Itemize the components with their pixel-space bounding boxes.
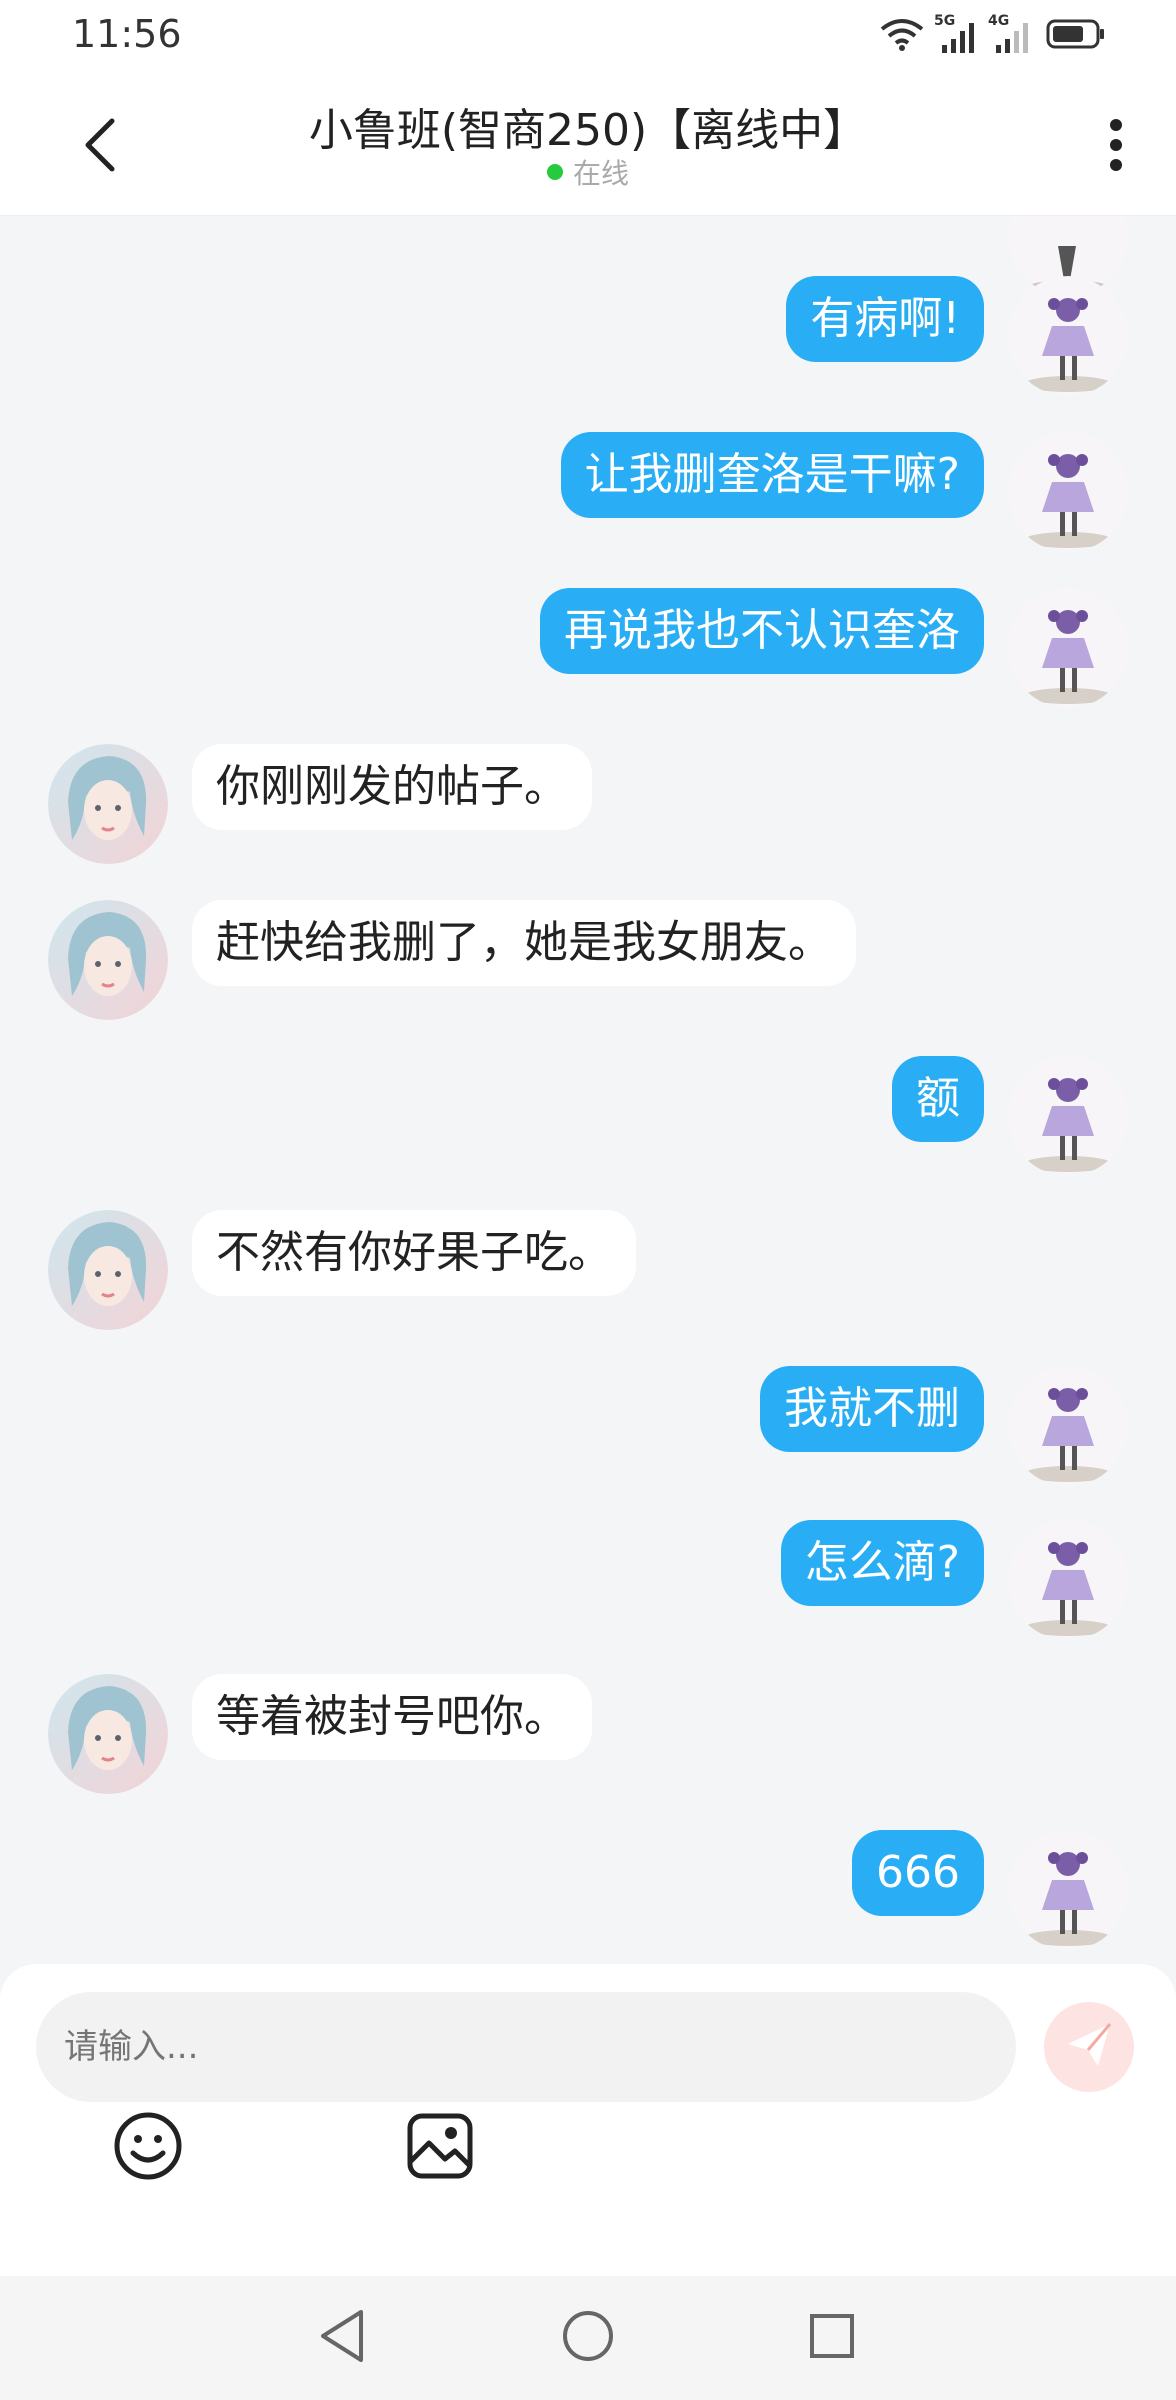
image-button[interactable] xyxy=(400,2108,480,2188)
online-status: 在线 xyxy=(0,152,1176,192)
message-bubble-self[interactable]: 怎么滴? xyxy=(780,1520,984,1606)
message-bubble-contact[interactable]: 你刚刚发的帖子。 xyxy=(192,744,592,830)
more-vertical-icon xyxy=(1109,117,1123,177)
signal-4g-icon: 4G xyxy=(988,13,1032,53)
status-icons: 5G 4G xyxy=(880,13,1106,56)
avatar-self[interactable] xyxy=(1008,1830,1128,1950)
message-bubble-self[interactable]: 让我删奎洛是干嘛? xyxy=(560,432,984,518)
message-input[interactable] xyxy=(36,1992,1016,2102)
avatar-self[interactable] xyxy=(1008,432,1128,552)
avatar-self[interactable] xyxy=(1008,1056,1128,1176)
battery-icon xyxy=(1046,17,1106,55)
more-options-button[interactable] xyxy=(1096,112,1136,182)
avatar-self[interactable] xyxy=(1008,1366,1128,1486)
avatar-contact[interactable] xyxy=(48,1674,168,1794)
message-bubble-self[interactable]: 再说我也不认识奎洛 xyxy=(540,588,984,674)
chat-title: 小鲁班(智商250)【离线中】 xyxy=(308,105,868,156)
send-icon xyxy=(1064,2020,1114,2074)
chat-header: 小鲁班(智商250)【离线中】 在线 xyxy=(0,72,1176,216)
emoji-icon xyxy=(113,2111,183,2185)
nav-recents-button[interactable] xyxy=(800,2306,864,2370)
message-bubble-contact[interactable]: 赶快给我删了，她是我女朋友。 xyxy=(192,900,856,986)
message-bubble-self[interactable]: 我就不删 xyxy=(760,1366,984,1452)
message-list[interactable]: 有病啊! 让我删奎洛是干嘛? 再说我也不认识奎洛 你刚刚发的帖子。 赶快给我删了… xyxy=(0,216,1176,1964)
nav-home-icon xyxy=(560,2308,616,2368)
message-bubble-self[interactable]: 666 xyxy=(852,1830,984,1916)
avatar-self[interactable] xyxy=(1008,276,1128,396)
system-nav-bar xyxy=(0,2276,1176,2400)
nav-home-button[interactable] xyxy=(556,2306,620,2370)
nav-back-button[interactable] xyxy=(310,2306,374,2370)
signal-5g-icon: 5G xyxy=(934,13,978,53)
signal-5g-label: 5G xyxy=(934,13,956,29)
message-bubble-self[interactable]: 有病啊! xyxy=(786,276,984,362)
avatar-self[interactable] xyxy=(1008,1520,1128,1640)
signal-4g-label: 4G xyxy=(988,13,1010,29)
wifi-icon xyxy=(880,17,924,55)
composer xyxy=(0,1964,1176,2276)
avatar-self[interactable] xyxy=(1008,588,1128,708)
online-dot xyxy=(546,164,563,180)
message-bubble-self[interactable]: 额 xyxy=(892,1056,984,1142)
avatar-contact[interactable] xyxy=(48,900,168,1020)
nav-back-icon xyxy=(317,2308,367,2368)
status-bar: 11:56 5G 4G xyxy=(0,0,1176,72)
message-bubble-contact[interactable]: 等着被封号吧你。 xyxy=(192,1674,592,1760)
avatar-contact[interactable] xyxy=(48,1210,168,1330)
avatar-contact[interactable] xyxy=(48,744,168,864)
nav-recents-icon xyxy=(807,2311,857,2365)
emoji-button[interactable] xyxy=(108,2108,188,2188)
message-bubble-contact[interactable]: 不然有你好果子吃。 xyxy=(192,1210,636,1296)
send-button[interactable] xyxy=(1044,2002,1134,2092)
status-time: 11:56 xyxy=(72,12,182,56)
image-icon xyxy=(405,2111,475,2185)
online-status-text: 在线 xyxy=(572,157,629,190)
